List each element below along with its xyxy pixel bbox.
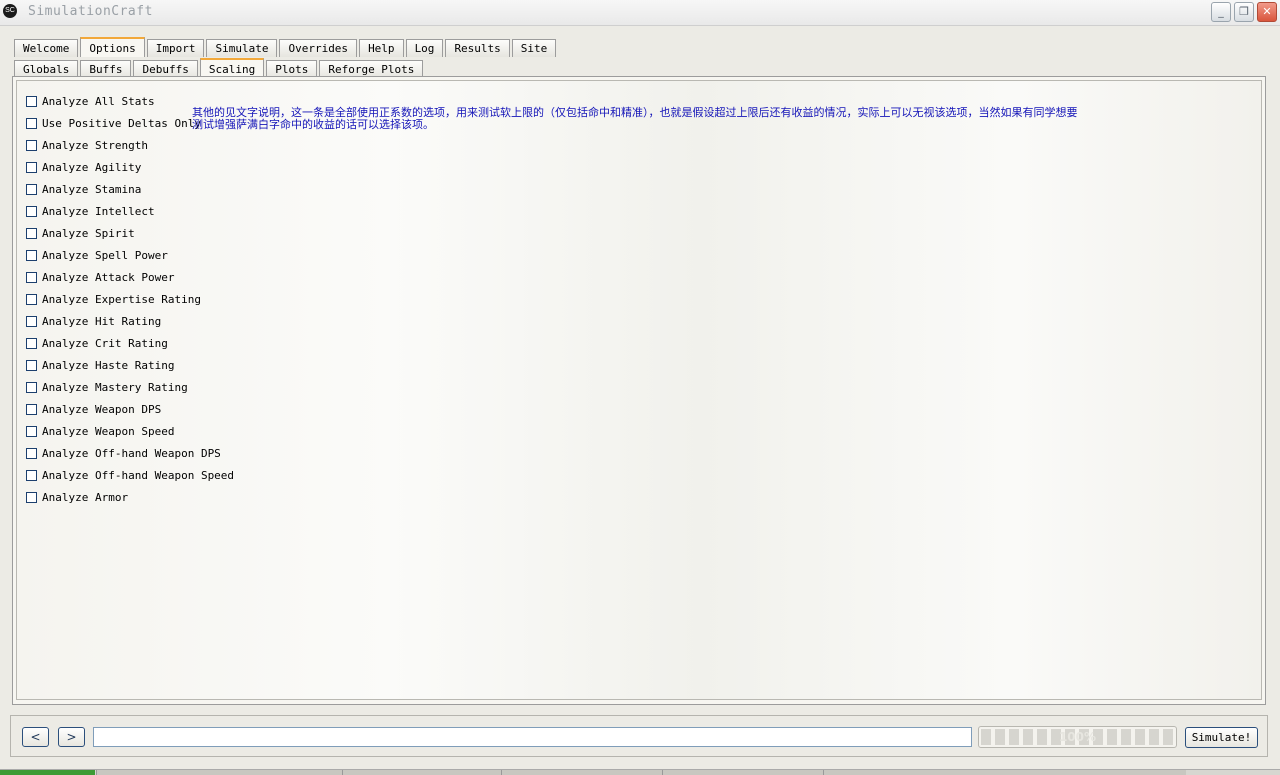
option-analyze-weapon-speed[interactable]: Analyze Weapon Speed [26, 420, 234, 442]
checkbox[interactable] [26, 249, 37, 261]
option-analyze-weapon-dps[interactable]: Analyze Weapon DPS [26, 398, 234, 420]
annotation-line-2: 测试增强萨满白字命中的收益的话可以选择该项。 [192, 118, 434, 131]
tab-help[interactable]: Help [359, 39, 404, 57]
checkbox[interactable] [26, 469, 37, 481]
checkbox[interactable] [26, 447, 37, 459]
option-analyze-hit-rating[interactable]: Analyze Hit Rating [26, 310, 234, 332]
option-label: Analyze Stamina [42, 182, 142, 196]
checkbox[interactable] [26, 117, 37, 129]
scaling-options-list: Analyze All Stats Use Positive Deltas Onl… [26, 90, 234, 508]
checkbox[interactable] [26, 183, 37, 195]
taskbar-item[interactable] [501, 770, 662, 775]
tab-simulate[interactable]: Simulate [206, 39, 278, 57]
checkbox[interactable] [26, 337, 37, 349]
checkbox[interactable] [26, 315, 37, 327]
taskbar [0, 769, 1280, 775]
option-label: Use Positive Deltas Only [42, 116, 201, 130]
option-analyze-spirit[interactable]: Analyze Spirit [26, 222, 234, 244]
option-analyze-off-hand-weapon-dps[interactable]: Analyze Off-hand Weapon DPS [26, 442, 234, 464]
restore-button[interactable]: ❐ [1234, 2, 1254, 22]
option-label: Analyze Attack Power [42, 270, 175, 284]
option-label: Analyze Strength [42, 138, 148, 152]
tab-import[interactable]: Import [146, 39, 205, 57]
checkbox[interactable] [26, 205, 37, 217]
checkbox[interactable] [26, 227, 37, 239]
option-label: Analyze Weapon DPS [42, 402, 162, 416]
progress-bar: 100% [978, 726, 1177, 748]
option-label: Analyze Spell Power [42, 248, 168, 262]
option-label: Analyze Haste Rating [42, 358, 175, 372]
main-tab-bar: Welcome Options Import Simulate Overrides Hel… [14, 37, 558, 58]
checkbox[interactable] [26, 425, 37, 437]
option-label: Analyze Off-hand Weapon Speed [42, 468, 235, 482]
option-label: Analyze Armor [42, 490, 129, 504]
subtab-scaling[interactable]: Scaling [199, 58, 265, 78]
checkbox[interactable] [26, 95, 37, 107]
tab-site[interactable]: Site [511, 39, 557, 57]
app-window: SC SimulationCraft _ ❐ ✕ Welcome Options I… [0, 0, 1280, 775]
progress-text: 100% [1058, 730, 1097, 744]
option-analyze-off-hand-weapon-speed[interactable]: Analyze Off-hand Weapon Speed [26, 464, 234, 486]
option-analyze-agility[interactable]: Analyze Agility [26, 156, 234, 178]
tab-options[interactable]: Options [80, 37, 145, 57]
simulate-button[interactable]: Simulate! [1185, 727, 1258, 748]
checkbox[interactable] [26, 491, 37, 503]
option-label: Analyze Mastery Rating [42, 380, 188, 394]
option-label: Analyze Off-hand Weapon DPS [42, 446, 221, 460]
tab-welcome[interactable]: Welcome [14, 39, 79, 57]
back-button[interactable]: < [22, 727, 49, 747]
option-label: Analyze All Stats [42, 94, 155, 108]
checkbox[interactable] [26, 403, 37, 415]
option-analyze-stamina[interactable]: Analyze Stamina [26, 178, 234, 200]
address-input[interactable] [93, 727, 972, 747]
checkbox[interactable] [26, 271, 37, 283]
option-analyze-armor[interactable]: Analyze Armor [26, 486, 234, 508]
option-analyze-attack-power[interactable]: Analyze Attack Power [26, 266, 234, 288]
window-title: SimulationCraft [28, 4, 153, 19]
option-label: Analyze Intellect [42, 204, 155, 218]
option-analyze-crit-rating[interactable]: Analyze Crit Rating [26, 332, 234, 354]
checkbox[interactable] [26, 381, 37, 393]
checkbox[interactable] [26, 161, 37, 173]
option-label: Analyze Weapon Speed [42, 424, 175, 438]
option-analyze-haste-rating[interactable]: Analyze Haste Rating [26, 354, 234, 376]
option-label: Analyze Hit Rating [42, 314, 162, 328]
minimize-button[interactable]: _ [1211, 2, 1231, 22]
app-logo-icon: SC [3, 4, 17, 18]
option-label: Analyze Crit Rating [42, 336, 168, 350]
start-button[interactable] [0, 770, 95, 775]
option-analyze-spell-power[interactable]: Analyze Spell Power [26, 244, 234, 266]
option-analyze-mastery-rating[interactable]: Analyze Mastery Rating [26, 376, 234, 398]
taskbar-item[interactable] [662, 770, 823, 775]
annotation-note: 其他的见文字说明，这一条是全部使用正系数的选项，用来测试软上限的（仅包括命中和精… [192, 107, 1182, 131]
checkbox[interactable] [26, 293, 37, 305]
option-label: Analyze Agility [42, 160, 142, 174]
checkbox[interactable] [26, 359, 37, 371]
option-analyze-intellect[interactable]: Analyze Intellect [26, 200, 234, 222]
taskbar-item[interactable] [342, 770, 501, 775]
tab-log[interactable]: Log [405, 39, 444, 57]
title-bar[interactable]: SC SimulationCraft _ ❐ ✕ [0, 0, 1280, 26]
tab-overrides[interactable]: Overrides [279, 39, 358, 57]
forward-button[interactable]: > [58, 727, 85, 747]
option-label: Analyze Expertise Rating [42, 292, 201, 306]
taskbar-item[interactable] [823, 770, 1186, 775]
close-button[interactable]: ✕ [1257, 2, 1277, 22]
option-analyze-strength[interactable]: Analyze Strength [26, 134, 234, 156]
checkbox[interactable] [26, 139, 37, 151]
option-analyze-expertise-rating[interactable]: Analyze Expertise Rating [26, 288, 234, 310]
tab-results[interactable]: Results [445, 39, 510, 57]
option-label: Analyze Spirit [42, 226, 135, 240]
taskbar-item[interactable] [96, 770, 342, 775]
